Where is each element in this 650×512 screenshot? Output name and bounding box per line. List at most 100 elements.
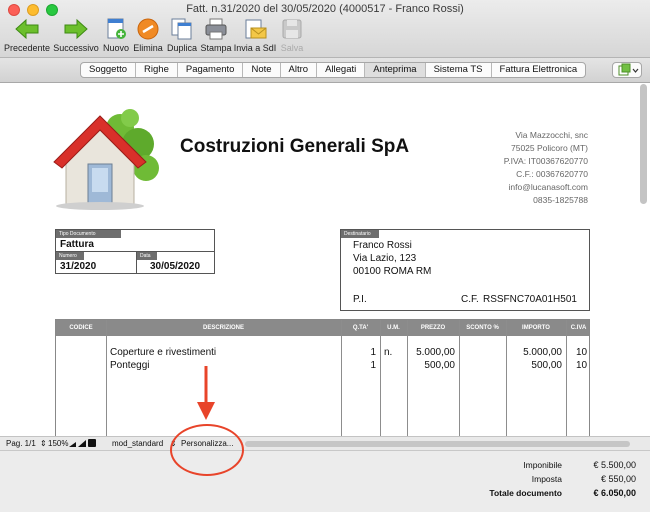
address-line: C.F.: 00367620770: [516, 169, 588, 179]
recipient-city: 00100 ROMA RM: [353, 266, 432, 277]
address-line: 75025 Policoro (MT): [510, 143, 588, 153]
recipient-box: Destinatario Franco Rossi Via Lazio, 123…: [340, 229, 590, 311]
new-button[interactable]: Nuovo: [101, 17, 131, 53]
imposta-value: € 550,00: [600, 474, 636, 484]
col-civa: C.IVA: [570, 325, 587, 331]
zoom-icon: [69, 439, 96, 447]
tab-soggetto[interactable]: Soggetto: [81, 63, 137, 77]
cell-importo: 5.000,00: [523, 347, 562, 358]
imponibile-value: € 5.500,00: [593, 460, 636, 470]
address-line: Via Mazzocchi, snc: [515, 130, 588, 140]
address-line: info@lucanasoft.com: [508, 182, 588, 192]
cell-qta: 1: [370, 347, 376, 358]
totale-value: € 6.050,00: [593, 488, 636, 498]
col-prezzo: PREZZO: [420, 325, 446, 331]
arrow-right-icon: [64, 18, 88, 40]
preview-statusbar: Pag. 1/1 ⇕ 150% mod_standard ⇕ Personali…: [0, 436, 650, 450]
next-label: Successivo: [53, 43, 99, 53]
cell-descrizione: Ponteggi: [110, 360, 150, 371]
delete-icon: [137, 18, 159, 40]
address-line: 0835-1825788: [533, 195, 588, 205]
date-value: 30/05/2020: [150, 261, 201, 272]
tab-sistema-ts[interactable]: Sistema TS: [426, 63, 492, 77]
tab-altro[interactable]: Altro: [281, 63, 318, 77]
previous-label: Precedente: [4, 43, 51, 53]
invoice-lines-table: CODICE DESCRIZIONE Q.TA' U.M. PREZZO SCO…: [55, 319, 590, 436]
print-label: Stampa: [200, 43, 232, 53]
cell-descrizione: Coperture e rivestimenti: [110, 347, 217, 358]
col-qta: Q.TA': [352, 325, 369, 331]
number-label: Numero: [56, 252, 84, 260]
annotation-arrow: [197, 366, 215, 420]
recipient-street: Via Lazio, 123: [353, 253, 417, 264]
new-label: Nuovo: [102, 43, 129, 53]
cell-civa: 10: [576, 360, 588, 371]
date-label: Data: [137, 252, 157, 260]
doc-type-value: Fattura: [60, 239, 94, 250]
horizontal-scrollbar[interactable]: [245, 441, 630, 447]
arrow-left-icon: [15, 18, 39, 40]
address-line: P.IVA: IT00367620770: [503, 156, 588, 166]
send-sdi-button[interactable]: Invia a SdI: [233, 17, 277, 53]
save-icon: [282, 19, 302, 39]
tab-bar: Soggetto Righe Pagamento Note Altro Alle…: [0, 58, 650, 83]
recipient-name: Franco Rossi: [353, 240, 412, 251]
col-descrizione: DESCRIZIONE: [202, 325, 244, 331]
imposta-label: Imposta: [531, 474, 562, 484]
actions-menu-button[interactable]: [612, 62, 642, 78]
table-header: CODICE DESCRIZIONE Q.TA' U.M. PREZZO SCO…: [56, 320, 589, 336]
page-stepper[interactable]: ⇕: [40, 439, 47, 448]
cell-qta: 1: [370, 360, 376, 371]
duplicate-button[interactable]: Duplica: [165, 17, 199, 53]
col-importo: IMPORTO: [522, 325, 550, 331]
tab-group: Soggetto Righe Pagamento Note Altro Alle…: [80, 62, 587, 78]
print-button[interactable]: Stampa: [199, 17, 233, 53]
previous-button[interactable]: Precedente: [4, 17, 50, 53]
next-button[interactable]: Successivo: [53, 17, 99, 53]
save-label: Salva: [280, 43, 304, 53]
company-address: Via Mazzocchi, snc 75025 Policoro (MT) P…: [504, 129, 588, 207]
zoom-controls[interactable]: [68, 438, 98, 450]
house-logo: [53, 109, 159, 210]
col-codice: CODICE: [69, 325, 93, 331]
tab-note[interactable]: Note: [243, 63, 281, 77]
tab-righe[interactable]: Righe: [136, 63, 178, 77]
recipient-cf-label: C.F.: [461, 294, 479, 305]
cell-importo: 500,00: [531, 360, 562, 371]
page-indicator: Pag. 1/1: [6, 439, 36, 448]
col-sconto: SCONTO %: [466, 325, 499, 331]
save-button[interactable]: Salva: [279, 17, 305, 53]
actions-icon: [618, 63, 639, 76]
cell-prezzo: 500,00: [424, 360, 455, 371]
totale-label: Totale documento: [489, 488, 562, 498]
document-info-box: Tipo Documento Fattura Numero 31/2020 Da…: [55, 229, 215, 274]
new-document-icon: [107, 18, 126, 39]
printer-icon: [205, 18, 227, 40]
cell-prezzo: 5.000,00: [416, 347, 455, 358]
delete-label: Elimina: [133, 43, 163, 53]
company-name: Costruzioni Generali SpA: [180, 136, 410, 157]
totals-panel: Imponibile € 5.500,00 Imposta € 550,00 T…: [0, 450, 650, 512]
send-sdi-label: Invia a SdI: [233, 43, 277, 53]
recipient-pi-label: P.I.: [353, 294, 367, 305]
duplicate-icon: [171, 18, 192, 40]
recipient-cf-value: RSSFNC70A01H501: [483, 294, 577, 305]
vertical-scrollbar[interactable]: [640, 84, 647, 204]
window-titlebar: Fatt. n.31/2020 del 30/05/2020 (4000517 …: [0, 0, 650, 58]
recipient-label: Destinatario: [341, 230, 379, 238]
template-select[interactable]: mod_standard: [112, 439, 163, 448]
zoom-level[interactable]: 150%: [48, 439, 68, 448]
tab-allegati[interactable]: Allegati: [317, 63, 366, 77]
cell-um: n.: [384, 347, 393, 358]
duplicate-label: Duplica: [166, 43, 197, 53]
send-sdi-icon: [245, 19, 267, 39]
col-um: U.M.: [387, 325, 400, 331]
tab-anteprima[interactable]: Anteprima: [365, 63, 426, 77]
number-value: 31/2020: [60, 261, 97, 272]
tab-pagamento[interactable]: Pagamento: [178, 63, 244, 77]
tab-fattura-elettronica[interactable]: Fattura Elettronica: [492, 63, 586, 77]
annotation-circle: [170, 424, 244, 476]
cell-civa: 10: [576, 347, 588, 358]
invoice-preview[interactable]: Costruzioni Generali SpA Via Mazzocchi, …: [0, 84, 650, 436]
delete-button[interactable]: Elimina: [132, 17, 164, 53]
